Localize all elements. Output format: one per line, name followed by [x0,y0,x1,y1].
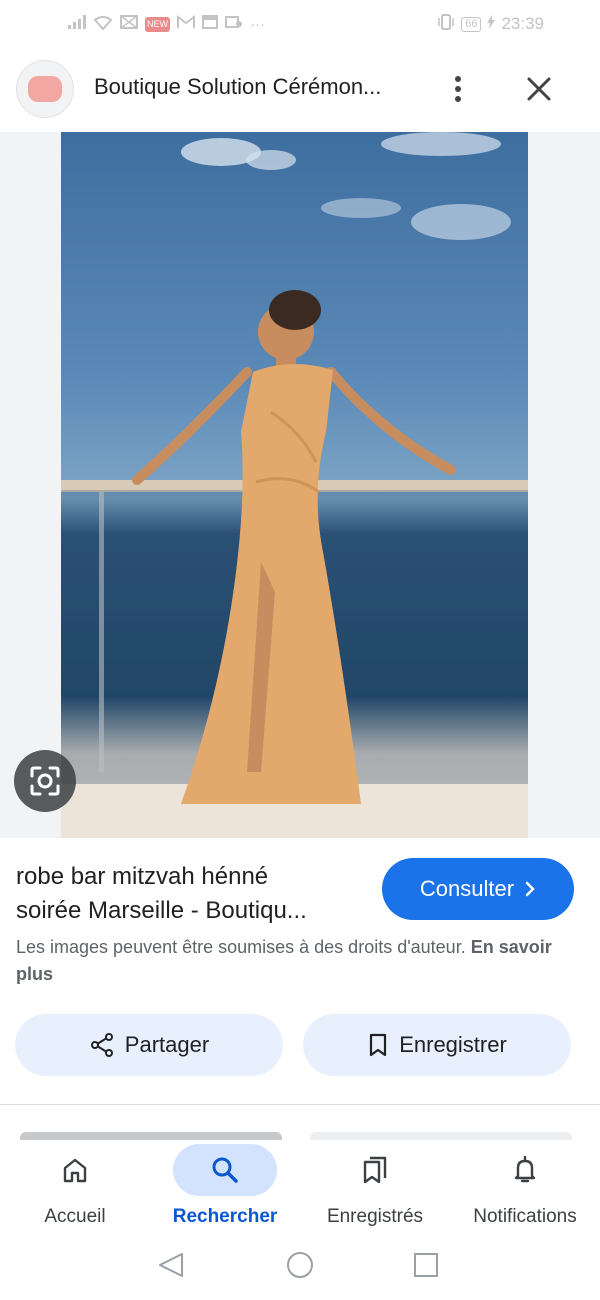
bookmark-icon [370,1033,387,1057]
related-result-peek[interactable] [20,1132,282,1140]
more-vert-icon [455,76,461,82]
result-image[interactable] [61,132,528,838]
image-preview-area [0,132,600,838]
share-button[interactable]: Partager [15,1014,283,1076]
system-navigation-bar [0,1240,600,1300]
lens-search-icon [30,766,60,796]
more-options-button[interactable] [446,72,470,106]
copyright-text: Les images peuvent être soumises à des d… [16,937,466,957]
caption-line-1: robe bar mitzvah hénné [16,863,269,890]
battery-indicator: 66 [461,16,482,32]
save-button[interactable]: Enregistrer [303,1014,571,1076]
signal-icon [68,15,86,33]
site-logo-icon [28,76,62,102]
related-result-peek[interactable] [310,1132,572,1140]
nav-label-saved: Enregistrés [326,1206,424,1227]
bell-icon [514,1155,536,1183]
home-circle-icon[interactable] [287,1252,313,1278]
nav-label-search: Rechercher [172,1206,278,1227]
site-favicon[interactable] [16,60,74,118]
nav-item-saved[interactable]: Enregistrés [300,1140,450,1240]
status-icons-right: 66 23:39 [437,13,544,35]
home-icon [63,1158,87,1183]
copyright-notice: Les images peuvent être soumises à des d… [16,934,576,988]
share-icon [90,1033,113,1057]
result-caption[interactable]: robe bar mitzvah hénné soirée Marseille … [16,860,366,928]
bottom-navigation: Accueil Rechercher Enregistrés Notificat… [0,1140,600,1240]
caption-line-2: soirée Marseille - Boutiqu... [16,897,307,924]
nav-item-home[interactable]: Accueil [0,1140,150,1240]
save-label: Enregistrer [399,1032,507,1057]
consult-label: Consulter [419,876,515,901]
gmail-icon [177,15,195,33]
mail-x-icon [120,15,138,33]
more-vert-dot [455,96,461,102]
result-header: Boutique Solution Cérémon... [0,58,600,120]
nav-label-notifications: Notifications [473,1206,577,1227]
back-icon[interactable] [159,1253,183,1277]
photo-illustration [61,132,528,838]
new-badge: NEW [145,16,170,32]
status-icons-left: NEW ··· [68,15,265,34]
nav-pill [323,1144,427,1196]
chevron-right-icon [525,881,535,897]
close-button[interactable] [520,70,558,108]
charging-icon [487,14,496,34]
nav-pill [473,1144,577,1196]
nav-item-notifications[interactable]: Notifications [450,1140,600,1240]
close-icon [527,77,551,101]
nav-label-home: Accueil [44,1206,106,1227]
recents-icon[interactable] [414,1253,438,1277]
more-vert-dot [455,86,461,92]
nav-pill [23,1144,127,1196]
section-divider [0,1104,600,1105]
search-icon [212,1157,238,1183]
share-label: Partager [124,1032,210,1057]
vibrate-icon [437,13,455,35]
system-nav-buttons [159,1252,438,1278]
status-bar: NEW ··· 66 23:39 [0,0,600,48]
calendar-icon [202,15,218,33]
more-notifications-icon: ··· [250,15,265,33]
status-time: 23:39 [501,14,544,33]
nav-item-search[interactable]: Rechercher [150,1140,300,1240]
nav-pill-active [173,1144,277,1196]
photos-icon [225,15,243,33]
wifi-icon [93,15,113,34]
consult-button[interactable]: Consulter [382,858,574,920]
lens-search-button[interactable] [14,750,76,812]
collections-icon [363,1156,387,1184]
site-title[interactable]: Boutique Solution Cérémon... [94,74,381,100]
